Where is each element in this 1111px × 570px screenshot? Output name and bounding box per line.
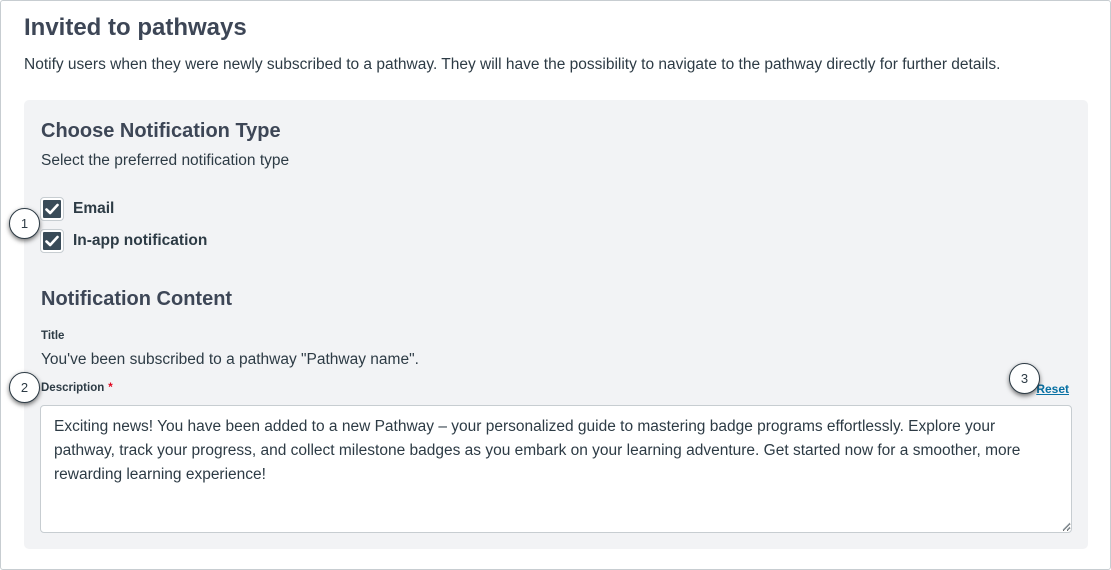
page-description: Notify users when they were newly subscr… xyxy=(24,56,1001,73)
notification-type-heading: Choose Notification Type xyxy=(41,120,281,142)
description-field-label: Description * xyxy=(41,382,113,394)
callout-badge-3: 3 xyxy=(1009,363,1040,394)
in-app-notification-label: In-app notification xyxy=(73,232,208,249)
description-label-text: Description xyxy=(41,382,105,394)
settings-frame: Invited to pathways Notify users when th… xyxy=(0,0,1111,570)
email-label: Email xyxy=(73,200,115,217)
required-marker: * xyxy=(108,382,113,394)
page-title: Invited to pathways xyxy=(24,14,247,41)
description-textarea[interactable]: Exciting news! You have been added to a … xyxy=(40,405,1072,533)
in-app-notification-checkbox[interactable] xyxy=(40,229,64,253)
callout-badge-2: 2 xyxy=(9,372,40,403)
email-checkbox[interactable] xyxy=(40,197,64,221)
title-field-label: Title xyxy=(41,330,65,342)
notification-content-heading: Notification Content xyxy=(41,288,233,310)
notification-type-subtitle: Select the preferred notification type xyxy=(41,152,290,169)
title-value: You've been subscribed to a pathway "Pat… xyxy=(41,351,419,368)
check-icon xyxy=(45,203,59,215)
email-option[interactable]: Email xyxy=(40,197,115,221)
in-app-notification-option[interactable]: In-app notification xyxy=(40,229,208,253)
callout-badge-1: 1 xyxy=(9,208,40,239)
check-icon xyxy=(45,235,59,247)
resize-handle-icon[interactable] xyxy=(1062,522,1071,531)
reset-link[interactable]: Reset xyxy=(1036,382,1069,396)
